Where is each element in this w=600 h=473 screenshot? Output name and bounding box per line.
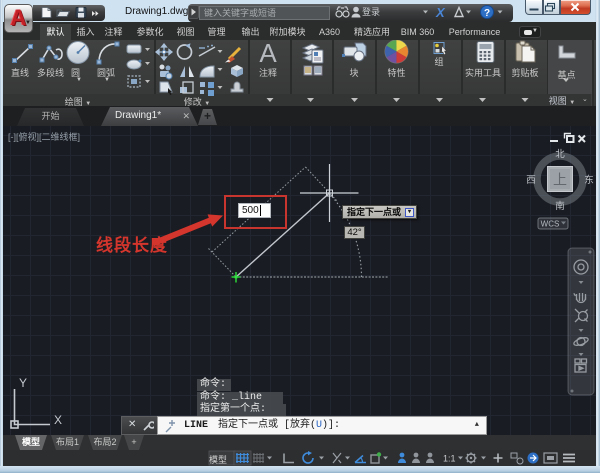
svg-text:X: X	[435, 5, 446, 20]
svg-text:Y: Y	[19, 376, 27, 390]
svg-text:A: A	[259, 40, 277, 68]
svg-text:西: 西	[526, 175, 536, 186]
svg-text:X: X	[54, 413, 62, 427]
svg-text:?: ?	[484, 8, 490, 19]
svg-text:北: 北	[555, 149, 565, 160]
svg-text:WCS: WCS	[541, 220, 560, 229]
svg-text:1:1: 1:1	[443, 454, 456, 464]
svg-text:东: 东	[584, 174, 594, 186]
svg-text:南: 南	[555, 200, 565, 212]
svg-text:上: 上	[553, 172, 567, 188]
